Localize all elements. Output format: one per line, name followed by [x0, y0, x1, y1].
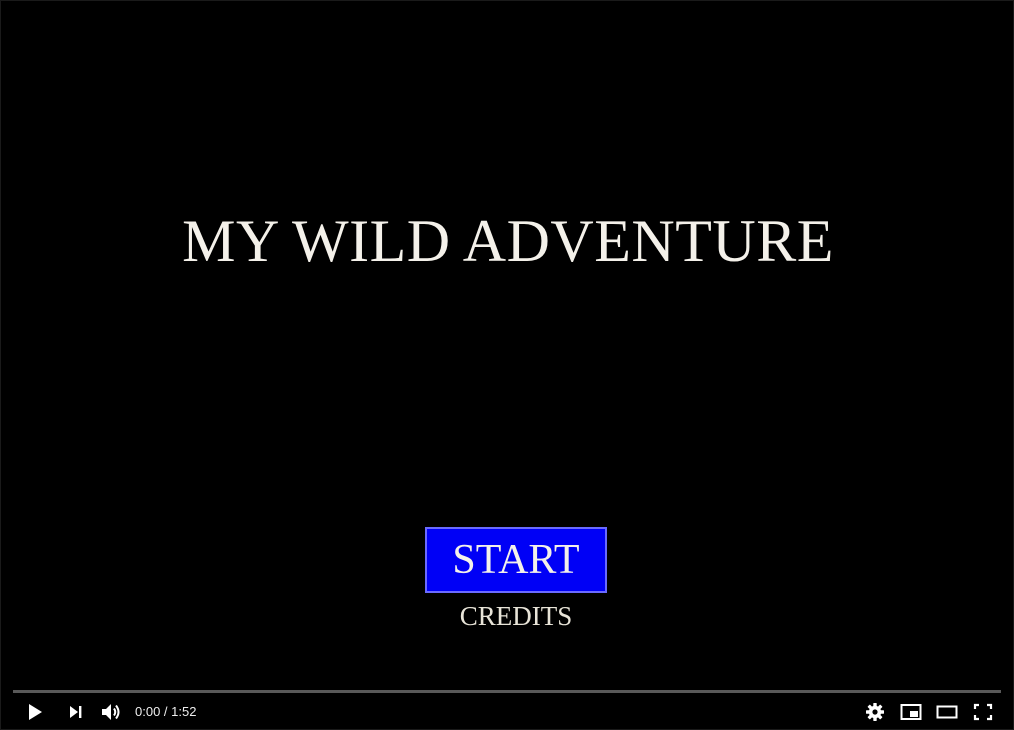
theater-button[interactable]: [935, 701, 959, 723]
video-player: MY WILD ADVENTURE START CREDITS 0:00 / 1…: [0, 0, 1014, 730]
current-time: 0:00: [135, 704, 161, 719]
next-button[interactable]: [63, 701, 87, 723]
time-display: 0:00 / 1:52: [135, 703, 196, 721]
start-button[interactable]: START: [425, 527, 607, 593]
player-controls: 0:00 / 1:52: [1, 693, 1013, 729]
game-title: MY WILD ADVENTURE: [182, 208, 834, 274]
duration: 1:52: [171, 704, 197, 719]
fullscreen-icon: [973, 703, 993, 721]
credits-button[interactable]: CREDITS: [415, 599, 617, 633]
volume-icon: [100, 702, 122, 722]
miniplayer-button[interactable]: [899, 701, 923, 723]
volume-button[interactable]: [99, 701, 123, 723]
play-button[interactable]: [23, 701, 47, 723]
video-area[interactable]: MY WILD ADVENTURE START CREDITS: [1, 1, 1013, 691]
theater-icon: [936, 703, 958, 721]
settings-button[interactable]: [863, 701, 887, 723]
settings-icon: [865, 702, 885, 722]
play-icon: [26, 702, 44, 722]
fullscreen-button[interactable]: [971, 701, 995, 723]
next-icon: [66, 703, 84, 721]
time-separator: /: [160, 704, 172, 719]
miniplayer-icon: [900, 703, 922, 721]
